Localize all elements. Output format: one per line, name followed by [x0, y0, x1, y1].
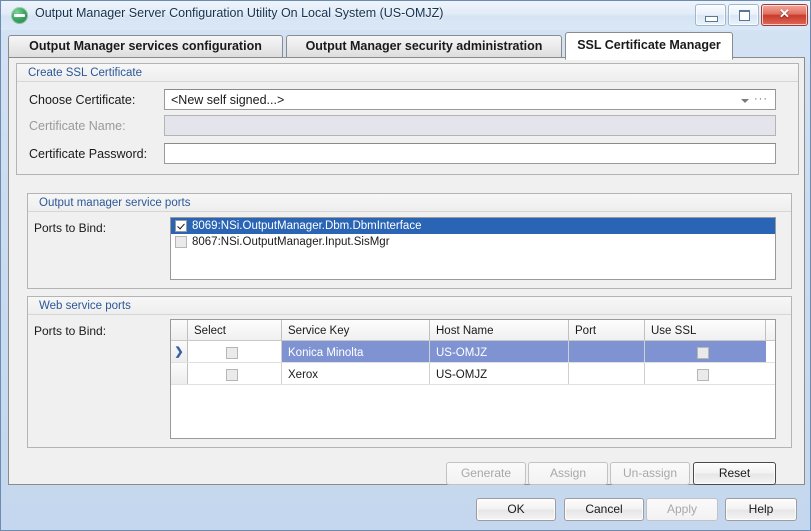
row-host-name-cell[interactable]: US-OMJZ — [430, 363, 569, 384]
app-icon — [11, 7, 28, 24]
service-ports-bind-label: Ports to Bind: — [34, 221, 107, 235]
column-header-port[interactable]: Port — [569, 320, 645, 340]
generate-button[interactable]: Generate — [446, 462, 526, 485]
list-item[interactable]: 8067:NSi.OutputManager.Input.SisMgr — [171, 234, 775, 250]
tab-strip: Output Manager services configuration Ou… — [8, 32, 805, 60]
tab-panel-ssl-certificate-manager: Create SSL Certificate Choose Certificat… — [8, 57, 805, 485]
group-title: Output manager service ports — [28, 194, 791, 212]
grid-header-row: Select Service Key Host Name Port Use SS… — [171, 320, 775, 341]
group-title: Create SSL Certificate — [17, 64, 798, 82]
column-header-service-key[interactable]: Service Key — [282, 320, 430, 340]
row-select-cell[interactable] — [188, 341, 282, 362]
row-use-ssl-cell[interactable] — [645, 363, 766, 384]
service-ports-listbox[interactable]: 8069:NSi.OutputManager.Dbm.DbmInterface … — [170, 217, 776, 280]
row-indicator-icon — [171, 363, 188, 384]
row-host-name-cell[interactable]: US-OMJZ — [430, 341, 569, 362]
row-port-cell[interactable] — [569, 363, 645, 384]
choose-certificate-combobox[interactable]: <New self signed...> ··· — [164, 89, 776, 110]
tab-label: Output Manager security administration — [305, 39, 543, 53]
tab-security-administration[interactable]: Output Manager security administration — [286, 35, 562, 58]
minimize-button[interactable] — [695, 4, 726, 26]
title-bar: Output Manager Server Configuration Util… — [1, 1, 810, 30]
application-window: Output Manager Server Configuration Util… — [0, 0, 811, 531]
checkbox-icon[interactable] — [697, 347, 709, 359]
column-header-select[interactable]: Select — [188, 320, 282, 340]
column-header-use-ssl[interactable]: Use SSL — [645, 320, 766, 340]
assign-button[interactable]: Assign — [528, 462, 608, 485]
row-service-key-cell[interactable]: Xerox — [282, 363, 430, 384]
tab-ssl-certificate-manager[interactable]: SSL Certificate Manager — [565, 32, 733, 60]
checkbox-icon[interactable] — [175, 220, 187, 232]
maximize-button[interactable] — [728, 4, 759, 26]
certificate-password-input[interactable] — [164, 143, 776, 164]
row-use-ssl-cell[interactable] — [645, 341, 766, 362]
row-indicator-icon: ❯ — [171, 341, 188, 362]
certificate-name-input — [164, 115, 776, 136]
checkbox-icon[interactable] — [226, 369, 238, 381]
list-item-label: 8067:NSi.OutputManager.Input.SisMgr — [192, 236, 390, 248]
checkbox-icon[interactable] — [226, 347, 238, 359]
ellipsis-icon[interactable]: ··· — [754, 93, 768, 105]
tab-label: SSL Certificate Manager — [577, 38, 721, 52]
row-service-key-cell[interactable]: Konica Minolta — [282, 341, 430, 362]
checkbox-icon[interactable] — [697, 369, 709, 381]
row-select-cell[interactable] — [188, 363, 282, 384]
table-row[interactable]: ❯ Konica Minolta US-OMJZ — [171, 341, 775, 363]
reset-button[interactable]: Reset — [693, 462, 776, 485]
certificate-password-label: Certificate Password: — [29, 147, 148, 161]
tab-services-configuration[interactable]: Output Manager services configuration — [8, 35, 283, 58]
close-icon: ✕ — [779, 6, 790, 21]
group-title: Web service ports — [28, 297, 791, 315]
web-service-ports-grid[interactable]: Select Service Key Host Name Port Use SS… — [170, 319, 776, 439]
ok-button[interactable]: OK — [476, 498, 556, 521]
dialog-footer: OK Cancel Apply Help — [1, 487, 810, 530]
tab-label: Output Manager services configuration — [29, 39, 262, 53]
checkbox-icon[interactable] — [175, 236, 187, 248]
web-ports-bind-label: Ports to Bind: — [34, 324, 107, 338]
list-item-label: 8069:NSi.OutputManager.Dbm.DbmInterface — [192, 220, 422, 232]
choose-certificate-value: <New self signed...> — [171, 93, 285, 107]
grid-corner-cell — [171, 320, 188, 340]
chevron-down-icon[interactable] — [741, 99, 749, 103]
list-item[interactable]: 8069:NSi.OutputManager.Dbm.DbmInterface — [171, 218, 775, 234]
minimize-icon — [705, 16, 718, 22]
certificate-name-label: Certificate Name: — [29, 119, 126, 133]
window-controls: ✕ — [695, 4, 808, 26]
maximize-icon — [739, 10, 750, 21]
cancel-button[interactable]: Cancel — [564, 498, 644, 521]
un-assign-button[interactable]: Un-assign — [610, 462, 690, 485]
column-header-host-name[interactable]: Host Name — [430, 320, 569, 340]
table-row[interactable]: Xerox US-OMJZ — [171, 363, 775, 385]
window-title: Output Manager Server Configuration Util… — [35, 6, 444, 20]
help-button[interactable]: Help — [725, 498, 797, 521]
choose-certificate-label: Choose Certificate: — [29, 93, 136, 107]
apply-button[interactable]: Apply — [646, 498, 718, 521]
row-port-cell[interactable] — [569, 341, 645, 362]
close-button[interactable]: ✕ — [761, 4, 808, 26]
